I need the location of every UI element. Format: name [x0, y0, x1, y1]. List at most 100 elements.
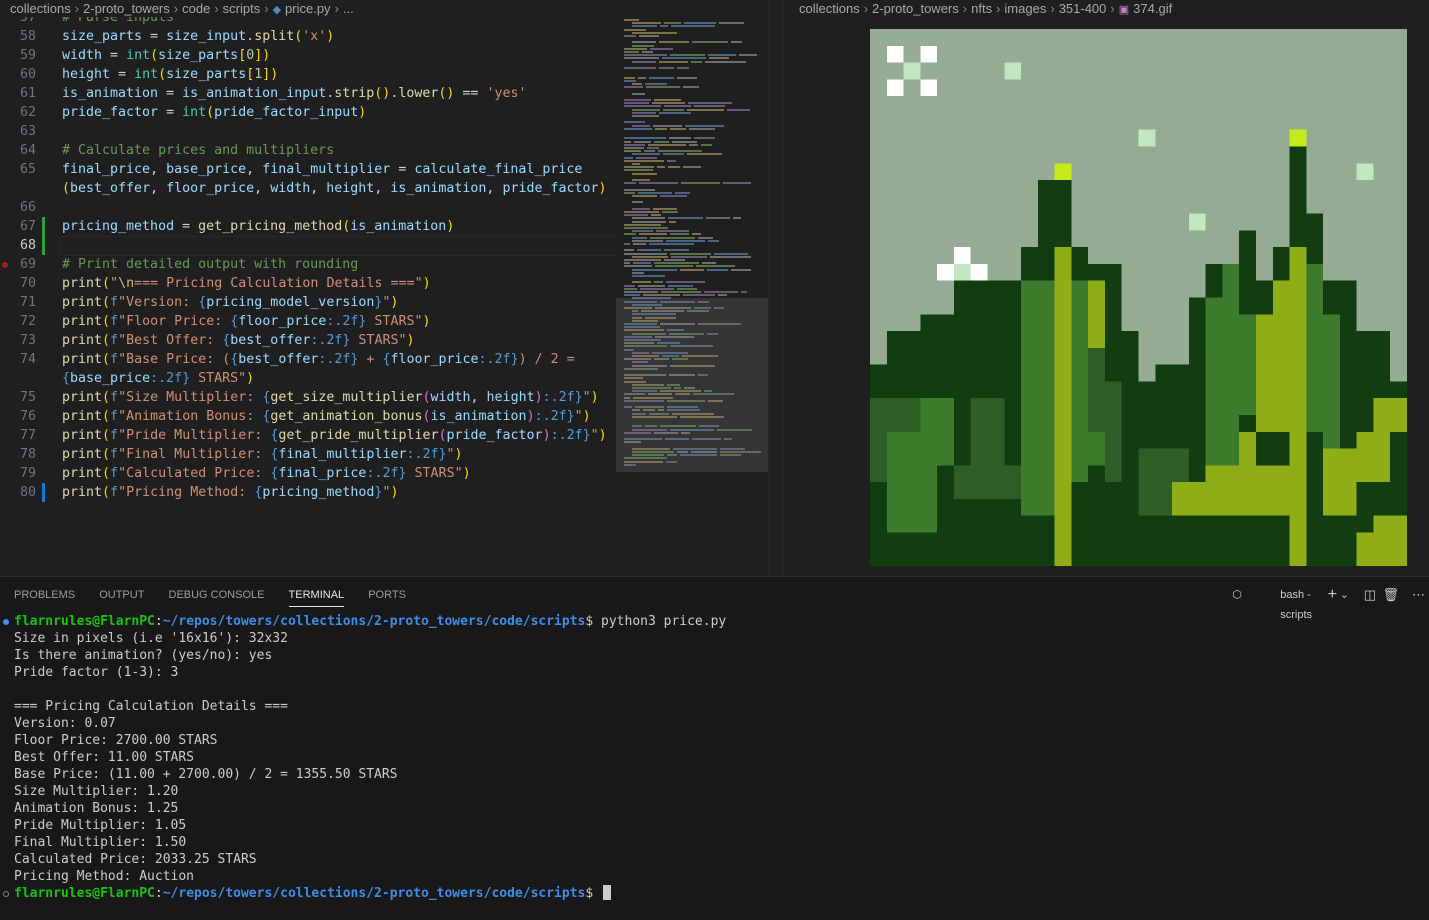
minimap-line: [633, 243, 646, 245]
tab-ports[interactable]: PORTS: [368, 587, 406, 606]
code-text: print(f"Best Offer: {best_offer:.2f} STA…: [62, 333, 415, 348]
pixel: [1172, 482, 1290, 516]
pixel: [1356, 431, 1391, 483]
breadcrumb-item[interactable]: collections: [799, 1, 860, 16]
pixel: [903, 62, 921, 80]
minimap-line: [632, 31, 677, 34]
line-number: 76: [19, 409, 36, 424]
add-terminal-icon[interactable]: +: [1328, 585, 1337, 605]
chevron-down-icon[interactable]: ⌄: [1340, 585, 1349, 605]
code-text: (best_offer, floor_price, width, height,…: [62, 181, 607, 196]
minimap-line: [659, 111, 691, 114]
breadcrumb-item[interactable]: 374.gif: [1133, 1, 1172, 16]
minimap-line: [651, 214, 661, 217]
minimap-line: [654, 281, 663, 284]
minimap-line: [642, 51, 653, 53]
minimap-line: [658, 150, 702, 153]
minimap-line: [680, 268, 704, 271]
minimap-line: [624, 47, 647, 50]
pixel: [1323, 314, 1340, 449]
minimap-line: [624, 169, 653, 172]
pixel: [1289, 247, 1307, 566]
terminal-output-line: Pride Multiplier: 1.05: [14, 818, 187, 833]
minimap-line: [648, 143, 686, 146]
minimap-line: [645, 83, 667, 85]
terminal-prompt-line[interactable]: flarnrules@FlarnPC:~/repos/towers/collec…: [14, 885, 612, 902]
breadcrumb-item[interactable]: nfts: [971, 1, 992, 16]
chevron-right-icon: ›: [1110, 1, 1115, 16]
line-number: 73: [19, 333, 36, 348]
minimap-line: [633, 262, 651, 265]
minimap-line: [632, 60, 656, 63]
minimap-slider[interactable]: [616, 298, 768, 472]
minimap-line: [624, 191, 635, 194]
minimap-line: [624, 252, 667, 255]
breadcrumb-item[interactable]: images: [1004, 1, 1046, 16]
tab-terminal[interactable]: TERMINAL: [288, 587, 345, 607]
chevron-right-icon: ›: [214, 1, 219, 16]
line-number: 62: [19, 105, 36, 120]
minimap-line: [670, 127, 686, 130]
breadcrumb-item[interactable]: 351-400: [1059, 1, 1107, 16]
minimap-line: [637, 249, 661, 252]
minimap-line: [671, 255, 707, 258]
breadcrumb-item[interactable]: price.py: [285, 1, 331, 16]
minimap-line: [659, 67, 674, 69]
minimap-line: [632, 230, 653, 233]
split-terminal-icon[interactable]: ◫: [1364, 585, 1376, 605]
minimap-line: [683, 86, 699, 89]
minimap-line: [661, 291, 701, 293]
minimap-line: [632, 163, 640, 165]
breakpoint-dot[interactable]: [2, 262, 8, 268]
minimap-line: [683, 294, 715, 297]
minimap-line: [668, 166, 680, 169]
breadcrumb-item[interactable]: scripts: [223, 1, 261, 16]
tab-output[interactable]: OUTPUT: [99, 587, 144, 606]
terminal-output-line: Is there animation? (yes/no): yes: [14, 648, 273, 663]
minimap-line: [675, 191, 690, 194]
more-actions-icon[interactable]: ⋯: [1412, 585, 1425, 605]
breadcrumb-item[interactable]: ...: [343, 1, 354, 16]
minimap-line: [624, 214, 648, 217]
minimap-line: [692, 41, 728, 44]
minimap-line: [704, 291, 738, 293]
bottom-panel: PROBLEMS OUTPUT DEBUG CONSOLE TERMINAL P…: [0, 576, 1429, 920]
terminal-output-line: Pride factor (1-3): 3: [14, 665, 179, 680]
breadcrumb-item[interactable]: collections: [10, 1, 71, 16]
tab-debug-console[interactable]: DEBUG CONSOLE: [169, 587, 265, 606]
terminal[interactable]: flarnrules@FlarnPC:~/repos/towers/collec…: [0, 613, 1429, 913]
minimap-line: [671, 25, 715, 28]
breadcrumb-item[interactable]: code: [182, 1, 210, 16]
minimap-line: [670, 252, 711, 255]
terminal-command: python3 price.py: [601, 614, 727, 629]
minimap-line: [685, 124, 724, 127]
tab-problems[interactable]: PROBLEMS: [14, 587, 75, 606]
terminal-output-line: Calculated Price: 2033.25 STARS: [14, 852, 257, 867]
code-editor[interactable]: 57 # Parse inputs 58 size_parts = size_inpu…: [0, 0, 770, 576]
minimap-line: [624, 79, 636, 82]
minimap-line: [632, 281, 651, 284]
breadcrumb-item[interactable]: 2-proto_towers: [83, 1, 170, 16]
minimap-line: [624, 166, 654, 169]
terminal-output-line: Best Offer: 11.00 STARS: [14, 750, 195, 765]
breadcrumb-item[interactable]: 2-proto_towers: [872, 1, 959, 16]
minimap-line: [731, 41, 742, 44]
minimap-line: [694, 137, 715, 140]
minimap-line: [666, 239, 705, 242]
code-text: print(f"Base Price: ({best_offer:.2f} + …: [62, 352, 575, 367]
editor-scrollbar[interactable]: [769, 0, 770, 576]
pixel: [1255, 314, 1273, 432]
minimap-line: [670, 233, 689, 236]
minimap-line: [632, 201, 643, 204]
minimap-line: [632, 41, 656, 44]
terminal-output-line: Floor Price: 2700.00 STARS: [14, 733, 218, 748]
minimap-line: [677, 76, 697, 79]
pixel: [937, 263, 954, 281]
minimap[interactable]: [616, 17, 768, 575]
line-number: 63: [19, 124, 36, 139]
minimap-line: [663, 153, 684, 156]
minimap-line: [624, 105, 661, 108]
trash-icon[interactable]: 🗑: [1382, 585, 1399, 605]
line-number: 70: [19, 276, 36, 291]
pixel: [920, 314, 954, 382]
